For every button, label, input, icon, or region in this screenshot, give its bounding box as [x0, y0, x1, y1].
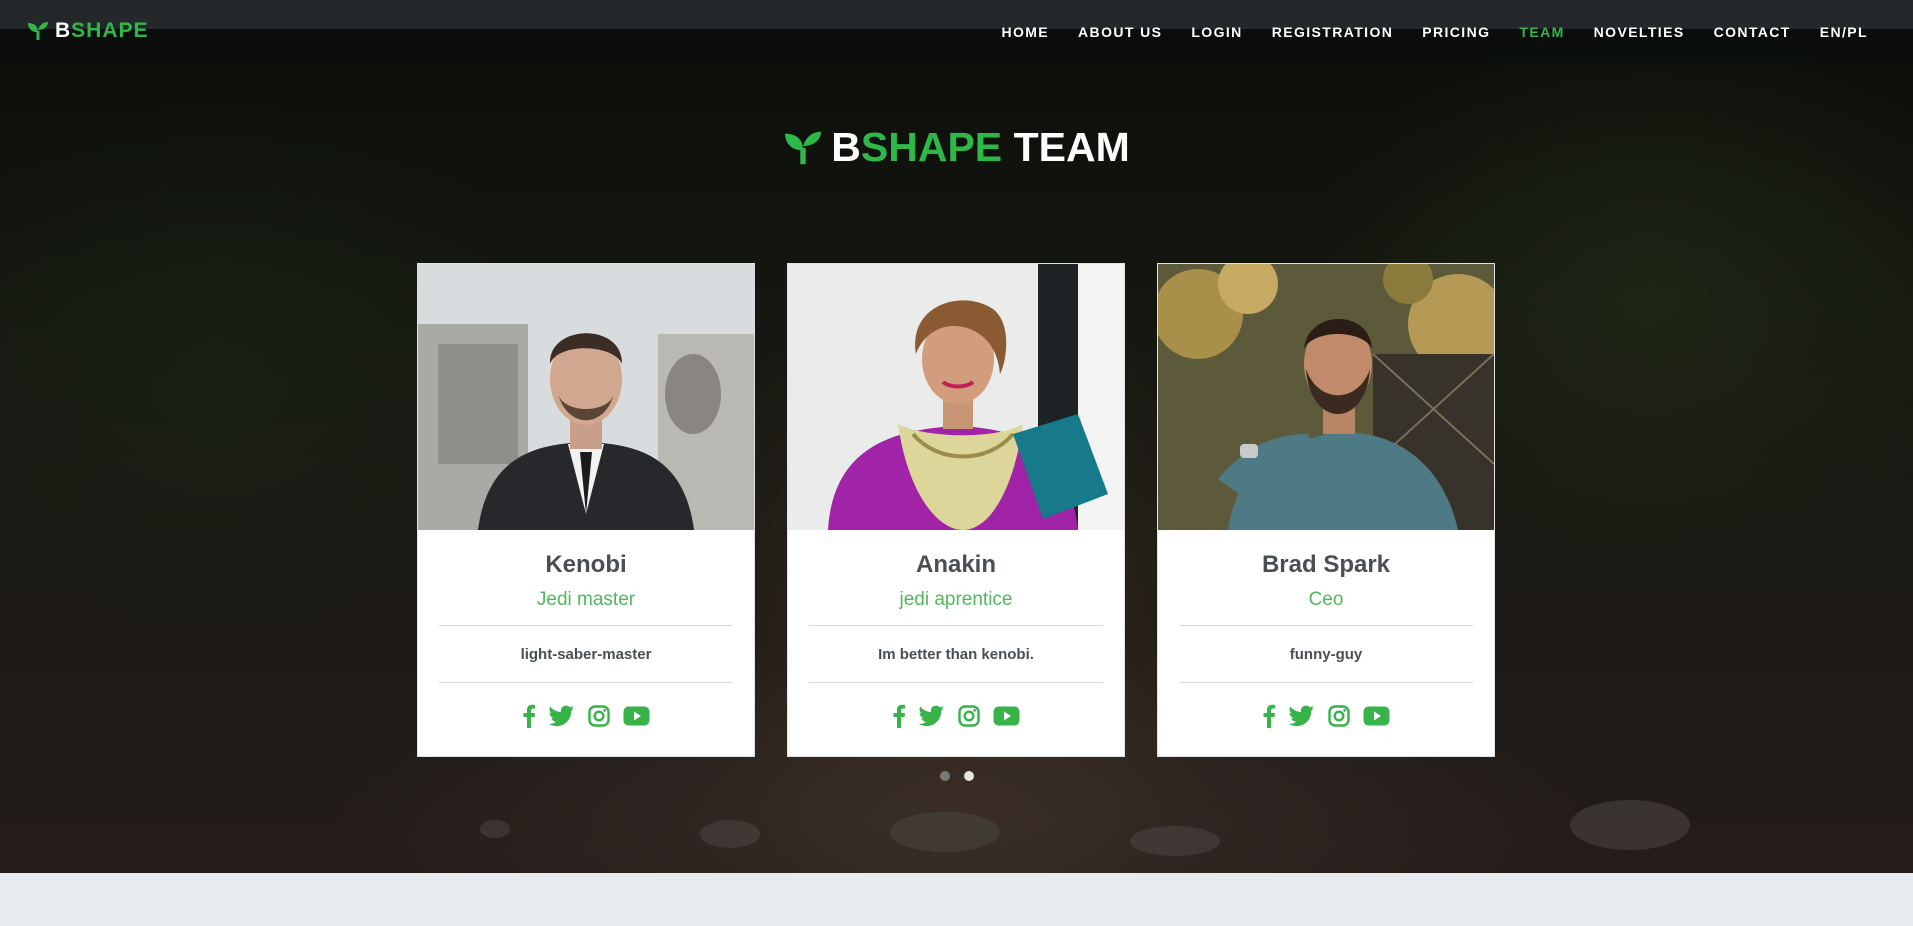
divider [809, 682, 1103, 683]
team-member-motto: Im better than kenobi. [878, 646, 1034, 663]
team-photo [788, 264, 1124, 530]
team-member-role: Jedi master [536, 589, 636, 610]
nav-item-registration[interactable]: REGISTRATION [1272, 24, 1394, 40]
youtube-icon[interactable] [623, 706, 650, 726]
divider [1179, 682, 1473, 683]
team-card: Kenobi Jedi master light-saber-master [417, 263, 755, 757]
team-member-role: Ceo [1308, 589, 1344, 610]
twitter-icon[interactable] [549, 705, 575, 727]
divider [1179, 625, 1473, 626]
nav-item-login[interactable]: LOGIN [1191, 24, 1242, 40]
youtube-icon[interactable] [993, 706, 1020, 726]
facebook-icon[interactable] [892, 704, 906, 728]
team-member-name: Anakin [915, 551, 996, 578]
sprout-icon [785, 131, 822, 164]
team-photo [1158, 264, 1494, 530]
team-member-name: Kenobi [545, 551, 627, 578]
instagram-icon[interactable] [958, 705, 980, 727]
nav-item-pricing[interactable]: PRICING [1422, 24, 1490, 40]
sprout-icon [28, 22, 48, 40]
main-nav: HOME ABOUT US LOGIN REGISTRATION PRICING… [1001, 24, 1868, 40]
facebook-icon[interactable] [1262, 704, 1276, 728]
brand-name: BSHAPE [55, 19, 149, 42]
divider [439, 682, 733, 683]
divider [809, 625, 1103, 626]
carousel-pagination [0, 771, 1913, 781]
team-member-role: jedi aprentice [899, 589, 1013, 610]
nav-item-novelties[interactable]: NOVELTIES [1594, 24, 1685, 40]
social-links [1158, 704, 1494, 728]
instagram-icon[interactable] [1328, 705, 1350, 727]
background-rock [700, 820, 760, 848]
background-rock [480, 820, 510, 838]
team-card: Anakin jedi aprentice Im better than ken… [787, 263, 1125, 757]
background-rock [1130, 826, 1220, 856]
section-title-text: BSHAPE TEAM [831, 124, 1130, 170]
team-card: Brad Spark Ceo funny-guy [1157, 263, 1495, 757]
social-links [418, 704, 754, 728]
nav-item-home[interactable]: HOME [1001, 24, 1049, 40]
carousel-dot-2[interactable] [963, 771, 974, 781]
background-rock [890, 812, 1000, 852]
twitter-icon[interactable] [919, 705, 945, 727]
team-photo [418, 264, 754, 530]
nav-item-about-us[interactable]: ABOUT US [1078, 24, 1162, 40]
team-member-motto: funny-guy [1289, 646, 1363, 663]
youtube-icon[interactable] [1363, 706, 1390, 726]
section-title: BSHAPE TEAM [0, 124, 1913, 171]
divider [439, 625, 733, 626]
twitter-icon[interactable] [1289, 705, 1315, 727]
brand-logo-link[interactable]: BSHAPE [27, 19, 149, 43]
team-member-name: Brad Spark [1261, 551, 1391, 578]
instagram-icon[interactable] [588, 705, 610, 727]
facebook-icon[interactable] [522, 704, 536, 728]
social-links [788, 704, 1124, 728]
nav-item-contact[interactable]: CONTACT [1714, 24, 1791, 40]
background-rock [1570, 800, 1690, 850]
team-member-motto: light-saber-master [520, 646, 652, 663]
navbar: BSHAPE HOME ABOUT US LOGIN REGISTRATION … [0, 0, 1913, 63]
nav-item-language[interactable]: EN/PL [1820, 24, 1868, 40]
carousel-dot-1[interactable] [939, 771, 950, 781]
nav-item-team[interactable]: TEAM [1519, 24, 1564, 40]
